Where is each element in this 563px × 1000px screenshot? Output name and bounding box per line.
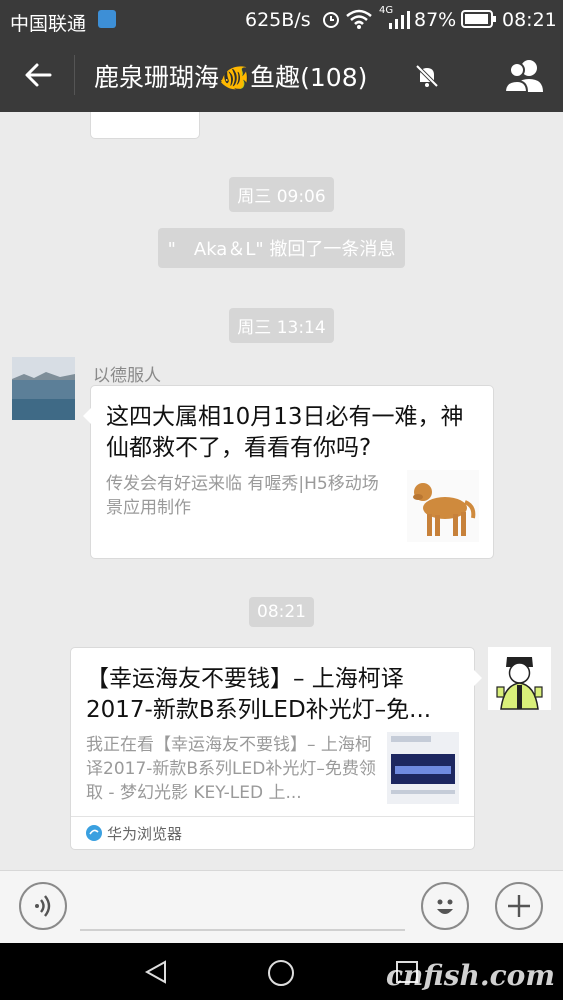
sender-name: 以德服人 [93, 366, 161, 386]
chat-area[interactable]: 周三 09:06 " Aka＆L" 撤回了一条消息 周三 13:14 以德服人 … [0, 112, 563, 870]
network-speed: 625B/s [245, 9, 311, 31]
status-bar: 中国联通 625B/s 4G 87% 08:21 [0, 0, 563, 38]
clock: 08:21 [502, 9, 557, 31]
card-title: 【幸运海友不要钱】– 上海柯译2017-新款B系列LED补光灯–免... [86, 666, 432, 723]
bubble-tail [474, 670, 482, 686]
battery-percent: 87% [414, 9, 457, 31]
emoji-button[interactable] [421, 882, 469, 930]
carrier-label: 中国联通 [10, 13, 87, 35]
system-nav-bar: cnfish.com [0, 943, 563, 1000]
card-source: 华为浏览器 [107, 825, 183, 843]
timestamp: 周三 09:06 [229, 177, 334, 212]
sender-avatar[interactable] [12, 357, 75, 420]
previous-message-bubble [90, 112, 200, 139]
card-title: 这四大属相10月13日必有一难，神仙都救不了，看看有你吗? [106, 404, 464, 461]
group-members-icon[interactable] [503, 57, 547, 93]
chat-header: 鹿泉珊瑚海🐠鱼趣(108) [0, 38, 563, 112]
voice-button[interactable] [19, 882, 67, 930]
nav-back-icon[interactable] [143, 959, 169, 985]
more-button[interactable] [495, 882, 543, 930]
smiley-icon [437, 899, 453, 914]
wifi-hotspot-icon [98, 10, 116, 28]
plus-icon [508, 895, 530, 917]
card-thumbnail [387, 732, 459, 804]
card-description: 传发会有好运来临 有喔秀|H5移动场景应用制作 [106, 474, 379, 518]
text-input[interactable] [80, 929, 405, 931]
wifi-icon [346, 9, 372, 29]
recall-notice: " Aka＆L" 撤回了一条消息 [157, 228, 406, 268]
voice-icon [35, 895, 51, 917]
timestamp: 08:21 [249, 597, 314, 627]
timestamp: 周三 13:14 [229, 308, 334, 343]
link-card-message[interactable]: 这四大属相10月13日必有一难，神仙都救不了，看看有你吗? 传发会有好运来临 有… [83, 385, 494, 559]
back-arrow-icon[interactable] [24, 62, 52, 88]
browser-icon [86, 825, 102, 841]
header-divider [74, 55, 75, 95]
input-bar [0, 870, 563, 943]
nav-home-icon[interactable] [266, 958, 296, 988]
card-divider [71, 816, 474, 817]
my-avatar[interactable] [488, 647, 551, 710]
bubble-tail [83, 408, 91, 424]
mute-bell-icon [415, 64, 439, 88]
watermark: cnfish.com [386, 959, 555, 992]
card-thumbnail-dog [407, 470, 479, 542]
alarm-icon [323, 12, 339, 28]
card-description: 我正在看【幸运海友不要钱】– 上海柯译2017-新款B系列LED补光灯–免费领取… [86, 735, 376, 803]
page-title: 鹿泉珊瑚海🐠鱼趣(108) [94, 63, 368, 92]
signal-icon [389, 11, 410, 29]
sent-link-card-message[interactable]: 【幸运海友不要钱】– 上海柯译2017-新款B系列LED补光灯–免... 我正在… [70, 647, 482, 850]
battery-icon [461, 10, 496, 28]
